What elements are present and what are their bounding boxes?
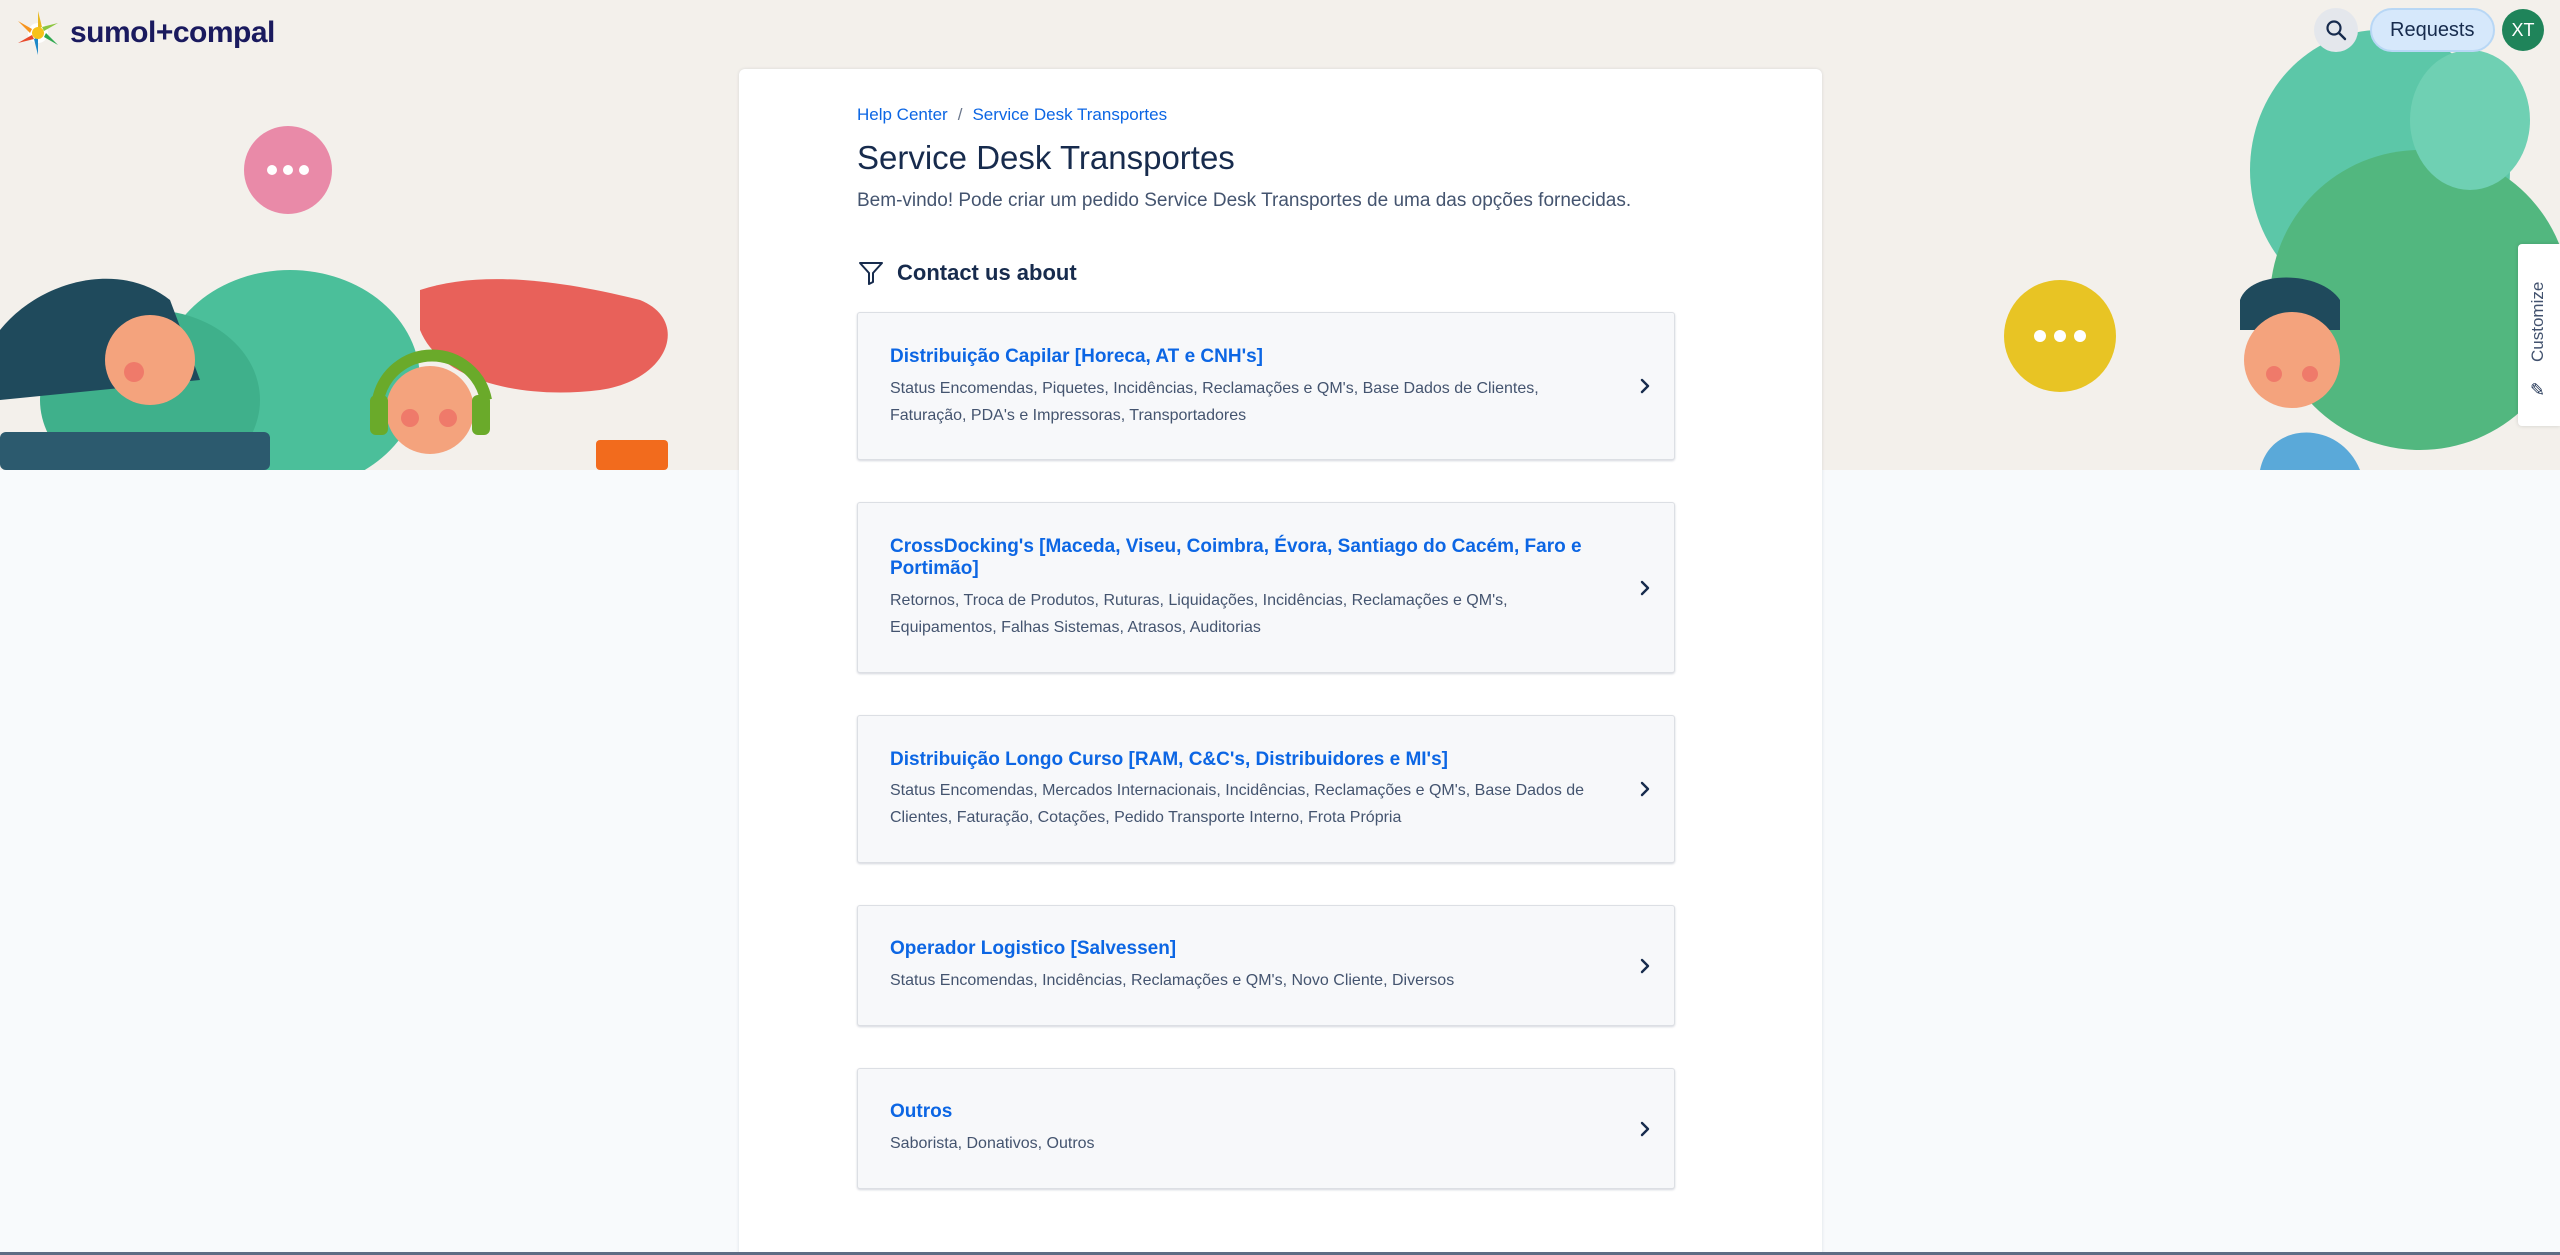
request-type-description-line-1: Retornos, Troca de Produtos, Ruturas, Li… <box>890 592 1508 609</box>
request-type-title-line-2: Portimão] <box>890 558 979 579</box>
chevron-right-icon <box>1640 580 1650 595</box>
request-type-description-line-1: Status Encomendas, Piquetes, Incidências… <box>890 380 1539 397</box>
contact-heading-label: Contact us about <box>897 260 1077 285</box>
request-type-title: Distribuição Longo Curso [RAM, C&C's, Di… <box>890 749 1448 770</box>
requests-button[interactable]: Requests <box>2370 8 2495 52</box>
request-type-description-line-2: Equipamentos, Falhas Sistemas, Atrasos, … <box>890 619 1261 636</box>
contact-heading: Contact us about <box>857 259 1077 287</box>
request-type-description-line-1: Saborista, Donativos, Outros <box>890 1135 1095 1152</box>
request-type-description-line-1: Status Encomendas, Incidências, Reclamaç… <box>890 972 1455 989</box>
customize-tab[interactable]: Customize ✎ <box>2518 244 2560 426</box>
request-type-title: Outros <box>890 1101 953 1122</box>
brand-logo[interactable]: sumol+compal <box>12 6 275 60</box>
breadcrumb-separator: / <box>957 105 963 124</box>
request-type-title-line-1: CrossDocking's [Maceda, Viseu, Coimbra, … <box>890 536 1582 557</box>
request-type-distribuicao-capilar[interactable]: Distribuição Capilar [Horeca, AT e CNH's… <box>857 312 1675 460</box>
chevron-right-icon <box>1640 378 1650 394</box>
brand-name: sumol+compal <box>70 16 275 49</box>
chevron-right-icon <box>1640 958 1650 973</box>
breadcrumb-service-desk[interactable]: Service Desk Transportes <box>972 105 1167 125</box>
search-icon <box>2326 20 2347 41</box>
breadcrumb-help-center[interactable]: Help Center <box>857 105 948 125</box>
request-type-title: Operador Logistico [Salvessen] <box>890 938 1177 959</box>
search-button[interactable] <box>2314 8 2358 52</box>
breadcrumb: Help Center / Service Desk Transportes <box>857 105 1167 125</box>
request-type-crossdocking[interactable]: CrossDocking's [Maceda, Viseu, Coimbra, … <box>857 502 1675 673</box>
chevron-right-icon <box>1640 781 1650 797</box>
page-description: Bem-vindo! Pode criar um pedido Service … <box>857 190 1632 211</box>
request-type-title: Distribuição Capilar [Horeca, AT e CNH's… <box>890 346 1263 367</box>
request-type-operador-logistico[interactable]: Operador Logistico [Salvessen] Status En… <box>857 905 1675 1026</box>
request-type-description-line-2: Clientes, Faturação, Cotações, Pedido Tr… <box>890 809 1402 826</box>
request-type-outros[interactable]: Outros Saborista, Donativos, Outros <box>857 1068 1675 1189</box>
chevron-right-icon <box>1640 1121 1650 1136</box>
logo-mark-icon <box>18 11 58 55</box>
request-type-description-line-2: Faturação, PDA's e Impressoras, Transpor… <box>890 407 1247 424</box>
customize-label: Customize <box>2528 281 2547 362</box>
main-panel: Help Center / Service Desk Transportes S… <box>739 69 1822 1255</box>
request-type-distribuicao-longo-curso[interactable]: Distribuição Longo Curso [RAM, C&C's, Di… <box>857 715 1675 863</box>
page-title: Service Desk Transportes <box>857 139 1235 176</box>
pencil-icon: ✎ <box>2530 380 2546 400</box>
request-type-description-line-1: Status Encomendas, Mercados Internaciona… <box>890 782 1585 799</box>
user-avatar[interactable]: XT <box>2502 9 2544 51</box>
filter-icon <box>859 262 883 285</box>
